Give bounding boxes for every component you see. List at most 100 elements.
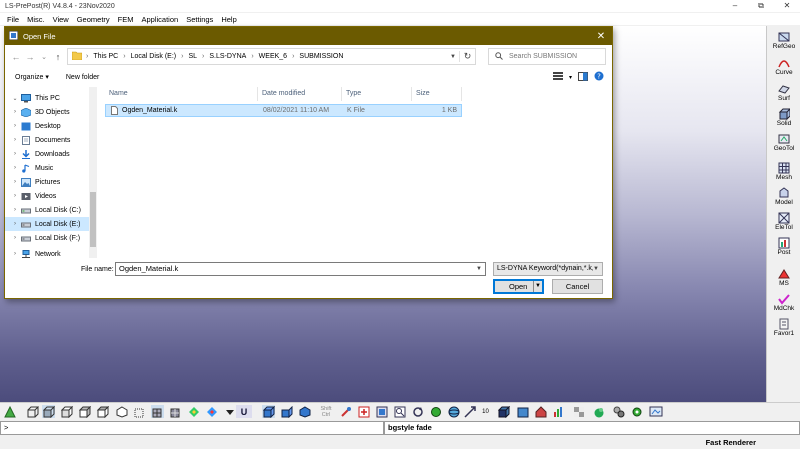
blue-cube-icon[interactable]	[262, 405, 275, 418]
dialog-close-button[interactable]: ✕	[590, 31, 612, 42]
mesh-cube-2-icon[interactable]	[169, 405, 182, 418]
pick-icon[interactable]	[339, 405, 352, 418]
nav-item-downloads[interactable]: › Downloads	[5, 147, 89, 161]
recent-locations-button[interactable]: ⌄	[37, 53, 51, 61]
sphere-icon[interactable]	[447, 405, 460, 418]
expand-chevron-icon[interactable]: ›	[11, 221, 19, 227]
mesh-button[interactable]: Mesh	[768, 161, 800, 187]
menu-view[interactable]: View	[49, 15, 73, 24]
favor1-button[interactable]: Favor1	[768, 317, 800, 343]
menu-settings[interactable]: Settings	[182, 15, 217, 24]
shift-ctrl-toggle[interactable]: Shift Ctrl	[318, 405, 334, 418]
restore-button[interactable]: ⧉	[748, 0, 774, 12]
geotol-button[interactable]: GeoTol	[768, 132, 800, 158]
open-options-dropdown-icon[interactable]: ▼	[533, 281, 542, 292]
chevron-down-icon[interactable]: ▼	[476, 263, 482, 275]
address-bar[interactable]: › This PC › Local Disk (E:) › SL › S.LS-…	[67, 48, 476, 65]
surf-button[interactable]: Surf	[768, 82, 800, 108]
dropdown-arrow-icon[interactable]	[223, 405, 236, 418]
nav-item-videos[interactable]: › Videos	[5, 189, 89, 203]
back-button[interactable]: ←	[9, 52, 23, 62]
green-circle-icon[interactable]	[429, 405, 442, 418]
blue-cube-2-icon[interactable]	[280, 405, 293, 418]
search-input[interactable]: Search SUBMISSION	[488, 48, 606, 65]
blue-cube-3-icon[interactable]	[298, 405, 311, 418]
breadcrumb-sl[interactable]: SL	[188, 53, 197, 60]
nav-item-network[interactable]: › Network	[5, 247, 89, 258]
breadcrumb-local-disk-e[interactable]: Local Disk (E:)	[131, 53, 177, 60]
eletol-button[interactable]: EleTol	[768, 211, 800, 237]
expand-chevron-icon[interactable]: ›	[11, 137, 19, 143]
refresh-icon[interactable]: ↻	[459, 51, 475, 62]
breadcrumb-ls-dyna[interactable]: S.LS-DYNA	[209, 53, 246, 60]
gears-icon[interactable]	[612, 405, 625, 418]
mesh-cube-icon[interactable]	[151, 405, 164, 418]
blue-box-icon[interactable]	[516, 405, 529, 418]
menu-geometry[interactable]: Geometry	[73, 15, 114, 24]
menu-fem[interactable]: FEM	[114, 15, 138, 24]
mdchk-button[interactable]: MdChk	[768, 292, 800, 318]
close-window-button[interactable]: ✕	[774, 0, 800, 12]
ms-button[interactable]: MS	[768, 267, 800, 293]
file-row[interactable]: Ogden_Material.k 08/02/2021 11:10 AM K F…	[105, 104, 462, 117]
up-button[interactable]: ↑	[51, 52, 65, 62]
nav-item-local-disk-f[interactable]: › Local Disk (F:)	[5, 231, 89, 245]
expand-chevron-icon[interactable]: ›	[11, 251, 19, 257]
curve-button[interactable]: Curve	[768, 56, 800, 82]
column-header-date-modified[interactable]: Date modified	[258, 87, 342, 101]
cube-iso-icon[interactable]	[115, 405, 128, 418]
expand-chevron-icon[interactable]: ›	[11, 193, 19, 199]
expand-chevron-icon[interactable]: ⌄	[11, 95, 19, 102]
green-triangle-icon[interactable]	[3, 405, 16, 418]
view-dropdown-icon[interactable]: ▾	[569, 74, 572, 81]
column-header-size[interactable]: Size	[412, 87, 462, 101]
scrollbar-thumb[interactable]	[90, 192, 96, 247]
u-view-button[interactable]: U	[236, 405, 252, 418]
cube-side-icon[interactable]	[78, 405, 91, 418]
expand-chevron-icon[interactable]: ›	[11, 179, 19, 185]
command-line-input[interactable]: >	[0, 421, 384, 435]
expand-chevron-icon[interactable]: ›	[11, 109, 19, 115]
column-header-name[interactable]: Name	[105, 87, 258, 101]
expand-chevron-icon[interactable]: ›	[11, 235, 19, 241]
cube-shaded-icon[interactable]	[42, 405, 55, 418]
nav-item-this-pc[interactable]: ⌄ This PC	[5, 91, 89, 105]
screen-icon[interactable]	[648, 405, 663, 418]
nav-item-3d-objects[interactable]: › 3D Objects	[5, 105, 89, 119]
view-options-icon[interactable]	[552, 72, 563, 82]
breadcrumb-submission[interactable]: SUBMISSION	[299, 53, 343, 60]
move-arrow-icon[interactable]	[463, 405, 476, 418]
navigation-scrollbar[interactable]	[89, 87, 97, 258]
nav-item-documents[interactable]: › Documents	[5, 133, 89, 147]
breadcrumb-this-pc[interactable]: This PC	[93, 53, 118, 60]
minimize-button[interactable]: –	[722, 0, 748, 12]
zoom-box-icon[interactable]	[393, 405, 406, 418]
preview-pane-icon[interactable]	[578, 71, 588, 83]
menu-file[interactable]: File	[3, 15, 23, 24]
nav-item-music[interactable]: › Music	[5, 161, 89, 175]
cancel-button[interactable]: Cancel	[552, 279, 603, 294]
expand-chevron-icon[interactable]: ›	[11, 151, 19, 157]
expand-chevron-icon[interactable]: ›	[11, 207, 19, 213]
nav-item-local-disk-c[interactable]: › Local Disk (C:)	[5, 203, 89, 217]
nav-item-desktop[interactable]: › Desktop	[5, 119, 89, 133]
dark-cube-icon[interactable]	[497, 405, 510, 418]
menu-help[interactable]: Help	[217, 15, 240, 24]
checker-icon[interactable]	[572, 405, 585, 418]
expand-chevron-icon[interactable]: ›	[11, 123, 19, 129]
solid-button[interactable]: Solid	[768, 107, 800, 133]
help-icon[interactable]: ?	[594, 71, 604, 83]
cube-front-icon[interactable]	[60, 405, 73, 418]
post-button[interactable]: Post	[768, 236, 800, 262]
file-type-select[interactable]: LS-DYNA Keyword(*dynain,*.k, ▼	[493, 262, 603, 276]
address-dropdown-icon[interactable]: ▼	[447, 54, 459, 60]
refgeo-button[interactable]: RefGeo	[768, 30, 800, 56]
open-button[interactable]: Open ▼	[493, 279, 544, 294]
nav-item-local-disk-e[interactable]: › Local Disk (E:)	[5, 217, 89, 231]
rotate-icon[interactable]	[411, 405, 424, 418]
model-button[interactable]: Model	[768, 186, 800, 212]
cube-wire-icon[interactable]	[26, 405, 39, 418]
menu-misc[interactable]: Misc.	[23, 15, 49, 24]
organize-button[interactable]: Organize ▾	[15, 73, 49, 81]
plus-box-icon[interactable]	[357, 405, 370, 418]
